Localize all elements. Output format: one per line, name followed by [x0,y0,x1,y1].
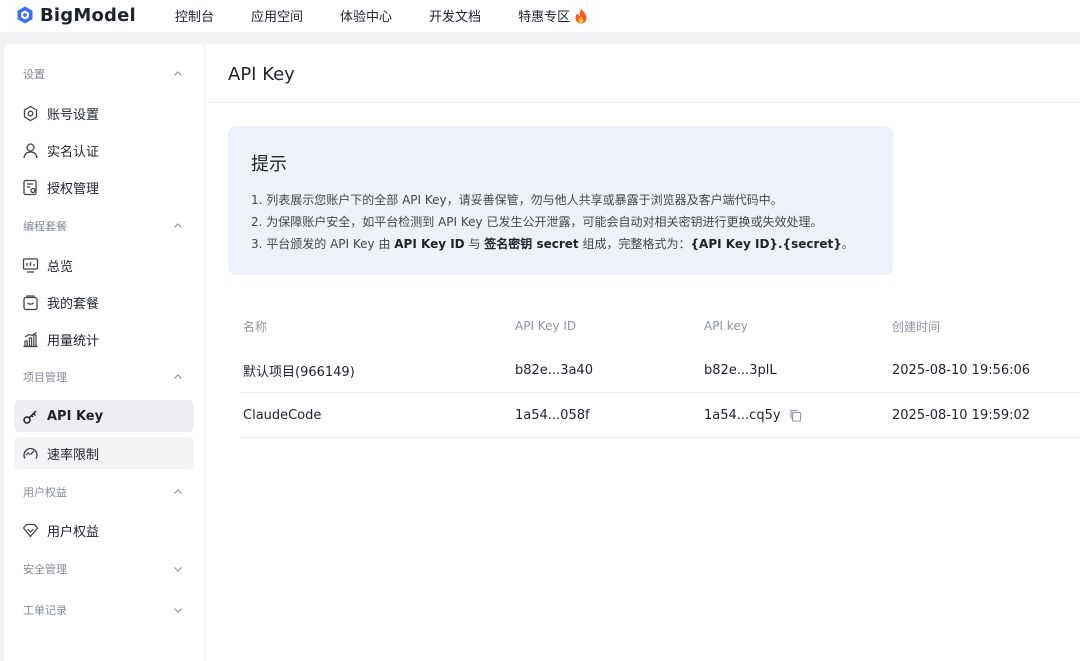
table-row[interactable]: 默认项目(966149) b82e...3a40 b82e...3plL 202… [240,348,1080,393]
authorization-icon [23,179,37,195]
sidebar-item-label: 账号设置 [47,107,100,123]
nav-dev-docs[interactable]: 开发文档 [429,6,481,25]
sidebar-group-coding-plan[interactable]: 编程套餐 [4,214,205,238]
row-created: 2025-08-10 19:56:06 [892,362,1031,378]
notice-line-3: 3. 平台颁发的 API Key 由 API Key ID 与 签名密钥 sec… [251,235,854,252]
row-key-id: 1a54...058f [515,407,590,423]
sidebar-group-label: 设置 [23,68,45,81]
row-api-key: b82e...3plL [704,362,777,378]
copy-icon[interactable] [789,409,802,422]
row-created: 2025-08-10 19:59:02 [892,407,1031,423]
row-name: 默认项目(966149) [243,364,355,380]
fire-icon [575,8,587,23]
notice-text: 组成，完整格式为： [578,237,691,251]
row-name: ClaudeCode [243,407,322,423]
brand-name: BigModel [40,4,136,26]
notice-emphasis: API Key ID [394,237,465,251]
nav-experience-center[interactable]: 体验中心 [340,6,392,25]
speedometer-icon [23,447,38,459]
key-icon [23,409,37,424]
page-header: API Key [206,44,1080,103]
nav-experience-center-label: 体验中心 [340,10,393,25]
sidebar-item-label: API Key [47,408,104,424]
sidebar-group-label: 安全管理 [23,563,67,576]
sidebar-group-label: 项目管理 [23,371,67,384]
sidebar-item-my-plan[interactable]: 我的套餐 [14,286,194,318]
sidebar-item-label: 速率限制 [47,447,100,463]
nav-dev-docs-label: 开发文档 [429,10,482,25]
row-api-key-cell: 1a54...cq5y [704,393,802,437]
sidebar-item-user-benefits[interactable]: 用户权益 [14,514,194,546]
top-navigation-bar: BigModel 控制台 应用空间 体验中心 开发文档 特惠专区 [0,0,1080,32]
sidebar-item-account-settings[interactable]: 账号设置 [14,97,194,129]
monitor-icon [22,257,39,273]
nav-special-offers[interactable]: 特惠专区 [518,6,588,25]
brand[interactable]: BigModel [16,4,136,26]
sidebar-item-label: 我的套餐 [47,296,100,312]
bar-chart-icon [23,331,38,347]
notice-box: 提示 1. 列表展示您账户下的全部 API Key，请妥善保管，勿与他人共享或暴… [228,126,893,275]
column-header-name: 名称 [243,319,268,334]
nav-app-space[interactable]: 应用空间 [251,6,303,25]
row-api-key: 1a54...cq5y [704,407,781,423]
column-header-api-key: API key [704,319,748,333]
column-header-key-id: API Key ID [515,319,577,333]
user-icon [23,142,38,158]
nav-app-space-label: 应用空间 [251,10,304,25]
sidebar-group-settings[interactable]: 设置 [4,62,205,86]
sidebar-item-usage-stats[interactable]: 用量统计 [14,323,194,355]
notice-title: 提示 [251,154,287,175]
sidebar-item-label: 总览 [47,259,74,275]
sidebar-item-label: 实名认证 [47,144,100,160]
page-title: API Key [228,64,295,85]
table-row[interactable]: ClaudeCode 1a54...058f 1a54...cq5y 2025-… [240,393,1080,438]
sidebar-item-overview[interactable]: 总览 [14,249,194,281]
nav-console[interactable]: 控制台 [175,6,214,25]
sidebar-group-project-management[interactable]: 项目管理 [4,365,205,389]
row-key-id: b82e...3a40 [515,362,593,378]
sidebar-group-label: 用户权益 [23,486,67,499]
sidebar: 设置 账号设置 实名认证 授权管理 编程套餐 总览 我的套餐 用量统计 项目管理… [4,44,205,661]
bigmodel-logo-icon [17,6,33,24]
chevron-up-icon [174,223,182,228]
notice-text: 。 [841,237,854,251]
chevron-up-icon [174,374,182,379]
package-icon [23,294,38,310]
chevron-up-icon [174,71,182,76]
nav-special-offers-label: 特惠专区 [518,10,571,25]
sidebar-item-verification[interactable]: 实名认证 [14,134,194,166]
notice-emphasis: {API Key ID}.{secret} [690,237,842,251]
sidebar-item-authorization[interactable]: 授权管理 [14,171,194,203]
gear-icon [23,105,38,121]
sidebar-group-security[interactable]: 安全管理 [4,557,205,581]
benefit-icon [22,523,39,538]
notice-emphasis: 签名密钥 secret [484,237,579,251]
nav-console-label: 控制台 [175,10,215,25]
notice-line-1: 1. 列表展示您账户下的全部 API Key，请妥善保管，勿与他人共享或暴露于浏… [251,193,783,207]
sidebar-item-label: 授权管理 [47,181,100,197]
sidebar-group-tickets[interactable]: 工单记录 [4,598,205,622]
chevron-down-icon [174,567,182,572]
chevron-down-icon [174,608,182,613]
main-nav: 控制台 应用空间 体验中心 开发文档 特惠专区 [175,6,625,25]
sidebar-item-rate-limit[interactable]: 速率限制 [14,437,194,469]
column-header-created: 创建时间 [892,319,941,334]
main-content: API Key 提示 1. 列表展示您账户下的全部 API Key，请妥善保管，… [206,44,1080,661]
sidebar-group-user-benefits[interactable]: 用户权益 [4,480,205,504]
sidebar-item-label: 用量统计 [47,333,100,349]
sidebar-item-api-key[interactable]: API Key [14,400,194,432]
notice-text: 3. 平台颁发的 API Key 由 [251,237,395,251]
notice-line-2: 2. 为保障账户安全，如平台检测到 API Key 已发生公开泄露，可能会自动对… [251,215,823,229]
sidebar-group-label: 工单记录 [23,604,67,617]
sidebar-item-label: 用户权益 [47,524,100,540]
sidebar-group-label: 编程套餐 [23,220,67,233]
table-header: 名称 API Key ID API key 创建时间 [240,304,1080,348]
chevron-up-icon [174,489,182,494]
notice-text: 与 [464,237,485,251]
